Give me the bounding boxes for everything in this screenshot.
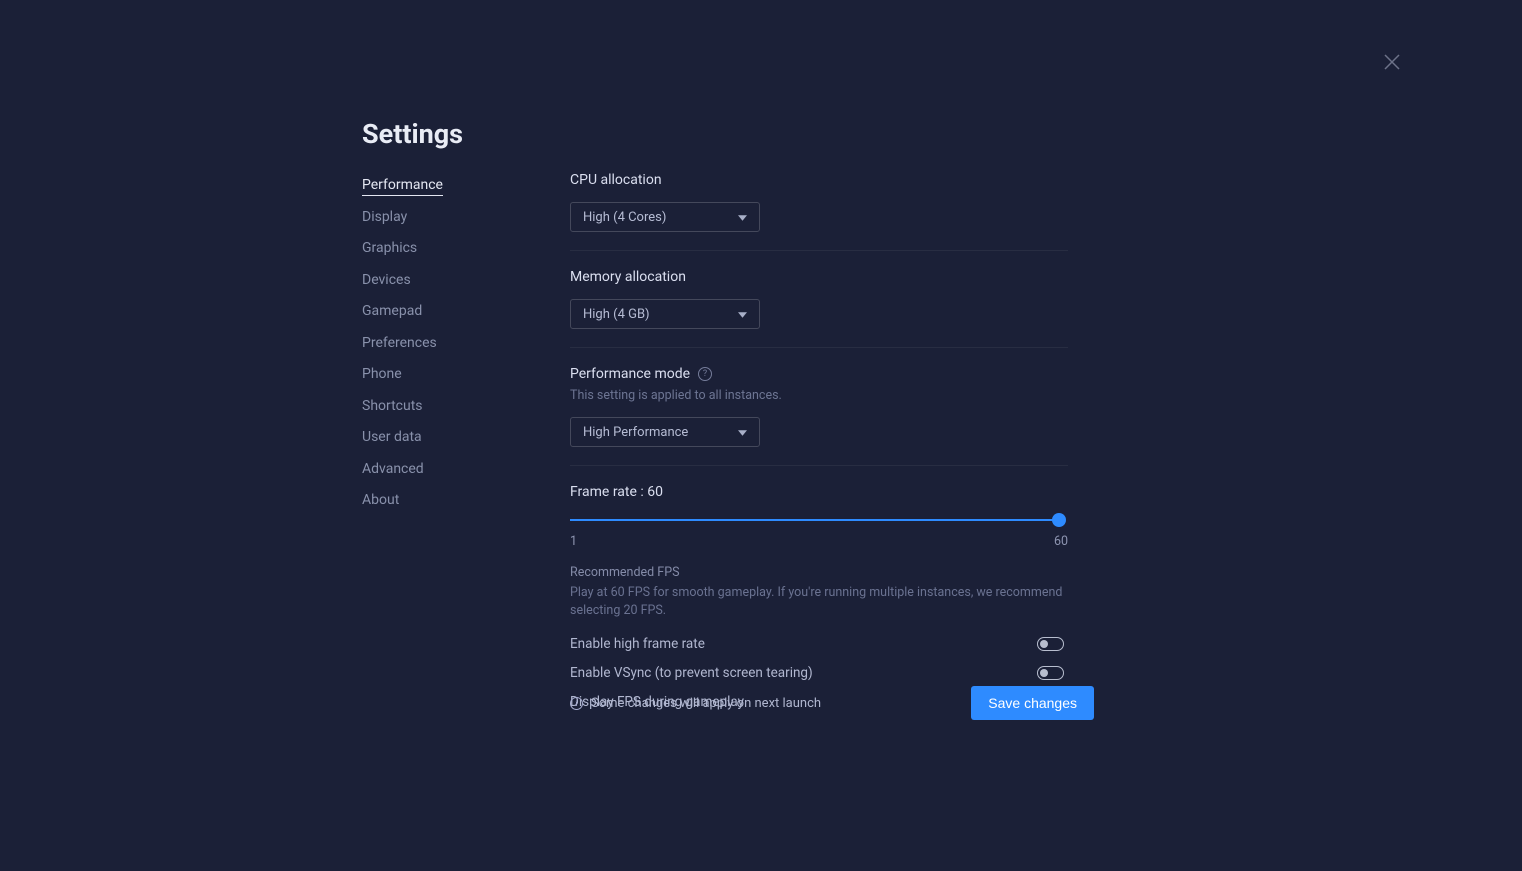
sidebar-item-user-data[interactable]: User data [362, 429, 522, 445]
chevron-down-icon [738, 307, 747, 322]
sidebar-item-preferences[interactable]: Preferences [362, 335, 522, 351]
sidebar-item-gamepad[interactable]: Gamepad [362, 303, 522, 319]
memory-allocation-section: Memory allocation High (4 GB) [570, 269, 1068, 348]
save-changes-button[interactable]: Save changes [971, 686, 1094, 720]
footer-note-text: Some changes will apply on next launch [591, 696, 821, 711]
memory-allocation-label: Memory allocation [570, 269, 1068, 285]
frame-rate-max: 60 [1054, 534, 1068, 549]
toggle-row-vsync: Enable VSync (to prevent screen tearing) [570, 665, 1064, 681]
memory-allocation-select[interactable]: High (4 GB) [570, 299, 760, 329]
sidebar-item-advanced[interactable]: Advanced [362, 461, 522, 477]
sidebar-item-shortcuts[interactable]: Shortcuts [362, 398, 522, 414]
recommended-fps-title: Recommended FPS [570, 565, 1068, 580]
frame-rate-slider[interactable] [570, 510, 1064, 530]
toggle-knob [1040, 640, 1048, 648]
frame-rate-label: Frame rate : 60 [570, 484, 1068, 500]
cpu-allocation-label: CPU allocation [570, 172, 1068, 188]
slider-thumb[interactable] [1052, 513, 1066, 527]
memory-allocation-value: High (4 GB) [583, 307, 650, 322]
performance-mode-select[interactable]: High Performance [570, 417, 760, 447]
close-icon [1382, 52, 1402, 72]
footer-note: i Some changes will apply on next launch [570, 696, 821, 711]
sidebar-item-phone[interactable]: Phone [362, 366, 522, 382]
close-button[interactable] [1382, 52, 1402, 72]
high-frame-rate-label: Enable high frame rate [570, 636, 705, 652]
cpu-allocation-value: High (4 Cores) [583, 210, 666, 225]
page-title: Settings [362, 118, 463, 150]
performance-mode-value: High Performance [583, 425, 688, 440]
sidebar-item-about[interactable]: About [362, 492, 522, 508]
sidebar-item-performance[interactable]: Performance [362, 177, 522, 193]
cpu-allocation-select[interactable]: High (4 Cores) [570, 202, 760, 232]
performance-mode-sublabel: This setting is applied to all instances… [570, 388, 1068, 403]
toggle-row-high-frame: Enable high frame rate [570, 636, 1064, 652]
settings-content: CPU allocation High (4 Cores) Memory all… [570, 172, 1068, 735]
performance-mode-label: Performance mode ? [570, 366, 1068, 382]
sidebar-item-graphics[interactable]: Graphics [362, 240, 522, 256]
cpu-allocation-section: CPU allocation High (4 Cores) [570, 172, 1068, 251]
high-frame-rate-toggle[interactable] [1037, 637, 1064, 651]
toggle-knob [1040, 669, 1048, 677]
chevron-down-icon [738, 425, 747, 440]
recommended-fps-desc: Play at 60 FPS for smooth gameplay. If y… [570, 584, 1068, 620]
footer: i Some changes will apply on next launch… [570, 686, 1094, 720]
info-icon: i [570, 697, 583, 710]
frame-rate-min: 1 [570, 534, 577, 549]
slider-track-line [570, 519, 1064, 521]
chevron-down-icon [738, 210, 747, 225]
performance-mode-section: Performance mode ? This setting is appli… [570, 366, 1068, 466]
sidebar-item-display[interactable]: Display [362, 209, 522, 225]
vsync-label: Enable VSync (to prevent screen tearing) [570, 665, 813, 681]
help-icon[interactable]: ? [698, 367, 712, 381]
settings-sidebar: Performance Display Graphics Devices Gam… [362, 177, 522, 524]
sidebar-item-devices[interactable]: Devices [362, 272, 522, 288]
vsync-toggle[interactable] [1037, 666, 1064, 680]
